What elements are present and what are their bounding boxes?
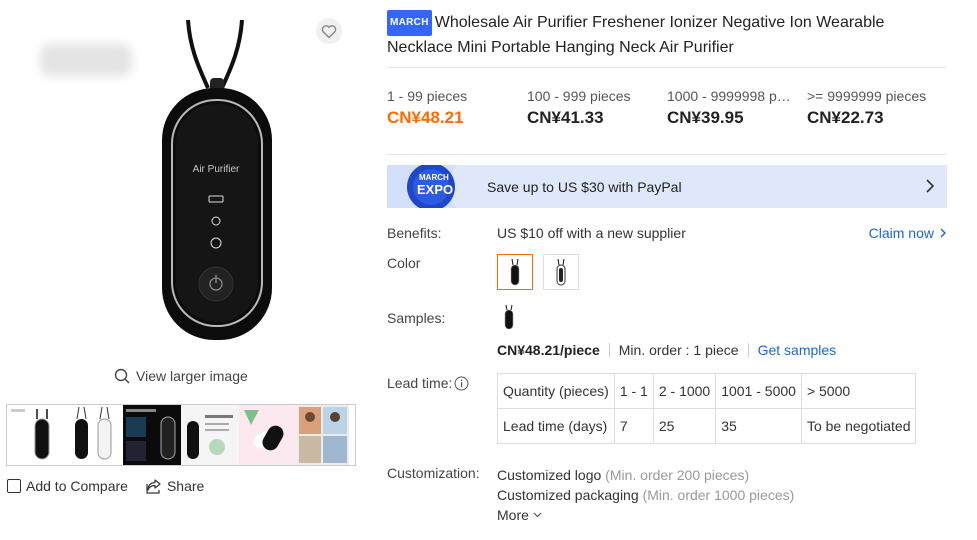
expo-logo-line1: MARCH	[419, 173, 449, 182]
paypal-promo-banner[interactable]: MARCH EXPO Save up to US $30 with PayPal	[387, 165, 947, 208]
color-option-black[interactable]	[497, 254, 533, 290]
table-cell: 2 - 1000	[652, 373, 717, 409]
table-cell: 7	[613, 408, 654, 444]
chevron-right-icon	[926, 179, 935, 193]
table-row: Lead time (days) 7 25 35 To be negotiate…	[497, 408, 917, 444]
product-info: MARCH Wholesale Air Purifier Freshener Io…	[387, 0, 947, 523]
view-larger-image-link[interactable]: View larger image	[114, 368, 248, 384]
more-label: More	[497, 507, 529, 523]
share-button[interactable]: Share	[146, 478, 204, 494]
thumbnail-strip	[6, 404, 356, 466]
sample-info: CN¥48.21/piece Min. order : 1 piece Get …	[497, 342, 836, 358]
view-larger-label: View larger image	[136, 368, 248, 384]
thumbnail-4[interactable]	[181, 405, 239, 465]
tier-price: CN¥48.21	[387, 108, 464, 127]
checkbox-icon[interactable]	[7, 479, 21, 493]
table-cell: 1001 - 5000	[715, 373, 802, 409]
add-to-compare-button[interactable]: Add to Compare	[7, 478, 128, 494]
chevron-down-icon	[533, 512, 542, 518]
share-icon	[146, 479, 161, 494]
price-tiers: 1 - 99 pieces CN¥48.21 100 - 999 pieces …	[387, 88, 947, 128]
favorite-button[interactable]	[316, 18, 342, 44]
paypal-promo-text: Save up to US $30 with PayPal	[487, 178, 682, 195]
price-tier-3: 1000 - 9999998 pieces CN¥39.95	[667, 88, 807, 128]
customization-list: Customized logo (Min. order 200 pieces) …	[497, 465, 794, 525]
claim-now-link[interactable]: Claim now	[869, 225, 947, 241]
table-cell: To be negotiated	[800, 408, 917, 444]
lead-time-table: Quantity (pieces) 1 - 1 2 - 1000 1001 - …	[497, 373, 917, 444]
tier-range: >= 9999999 pieces	[807, 88, 927, 104]
thumbnail-5[interactable]	[239, 405, 297, 465]
expo-logo-line2: EXPO	[417, 182, 454, 197]
table-cell: Quantity (pieces)	[497, 373, 615, 409]
more-toggle[interactable]: More	[497, 505, 794, 525]
tier-price: CN¥39.95	[667, 108, 744, 127]
samples-label: Samples:	[387, 310, 446, 326]
price-tier-2: 100 - 999 pieces CN¥41.33	[527, 88, 667, 128]
add-to-compare-label: Add to Compare	[26, 478, 128, 494]
march-badge: MARCH	[387, 10, 432, 36]
gallery-actions: Add to Compare Share	[7, 478, 204, 494]
main-product-image[interactable]: Air Purifier	[150, 10, 285, 350]
sample-min-order: Min. order : 1 piece	[618, 342, 739, 358]
heart-icon	[321, 24, 337, 38]
thumbnail-3[interactable]	[123, 405, 181, 465]
customization-item: Customized logo (Min. order 200 pieces)	[497, 465, 794, 485]
blurred-watermark	[40, 44, 132, 76]
table-cell: > 5000	[800, 373, 917, 409]
lead-time-label-wrap: Lead time:	[387, 375, 469, 391]
product-title-block: MARCH Wholesale Air Purifier Freshener Io…	[387, 10, 947, 60]
lead-time-label: Lead time:	[387, 375, 453, 391]
product-title: Wholesale Air Purifier Freshener Ionizer…	[387, 14, 885, 56]
device-label: Air Purifier	[193, 164, 240, 175]
price-tier-4: >= 9999999 pieces CN¥22.73	[807, 88, 947, 128]
color-label: Color	[387, 255, 421, 271]
sample-price: CN¥48.21/piece	[497, 342, 600, 358]
tier-range: 1 - 99 pieces	[387, 88, 468, 104]
table-cell: Lead time (days)	[497, 408, 615, 444]
product-gallery: Air Purifier View larger image Add to Co…	[0, 0, 360, 540]
sample-thumbnail[interactable]	[501, 304, 517, 335]
thumbnail-1[interactable]	[7, 405, 65, 465]
tier-range: 100 - 999 pieces	[527, 88, 631, 104]
table-cell: 25	[652, 408, 717, 444]
separator	[608, 343, 610, 357]
share-label: Share	[166, 478, 205, 494]
customization-name: Customized packaging	[497, 487, 639, 503]
divider-top	[387, 67, 947, 68]
customization-label: Customization:	[387, 465, 480, 481]
magnifier-icon	[114, 368, 130, 384]
price-tier-1: 1 - 99 pieces CN¥48.21	[387, 88, 527, 128]
thumbnail-6[interactable]	[297, 405, 349, 465]
separator	[747, 343, 749, 357]
table-cell: 1 - 1	[613, 373, 654, 409]
tier-price: CN¥41.33	[527, 108, 604, 127]
table-row: Quantity (pieces) 1 - 1 2 - 1000 1001 - …	[497, 373, 917, 409]
customization-name: Customized logo	[497, 467, 602, 483]
get-samples-link[interactable]: Get samples	[758, 342, 837, 358]
thumbnail-2[interactable]	[65, 405, 123, 465]
customization-item: Customized packaging (Min. order 1000 pi…	[497, 485, 794, 505]
chevron-right-icon	[940, 228, 946, 238]
march-expo-logo: MARCH EXPO	[387, 165, 473, 208]
benefits-text: US $10 off with a new supplier	[497, 225, 686, 241]
claim-now-label: Claim now	[868, 225, 934, 241]
info-icon[interactable]	[454, 376, 469, 391]
table-cell: 35	[715, 408, 802, 444]
color-option-white[interactable]	[543, 254, 579, 290]
divider-prices	[387, 154, 947, 155]
tier-price: CN¥22.73	[807, 108, 884, 127]
benefits-label: Benefits:	[387, 225, 442, 241]
customization-note: (Min. order 1000 pieces)	[642, 487, 795, 503]
tier-range: 1000 - 9999998 pieces	[667, 88, 791, 104]
customization-note: (Min. order 200 pieces)	[605, 467, 750, 483]
